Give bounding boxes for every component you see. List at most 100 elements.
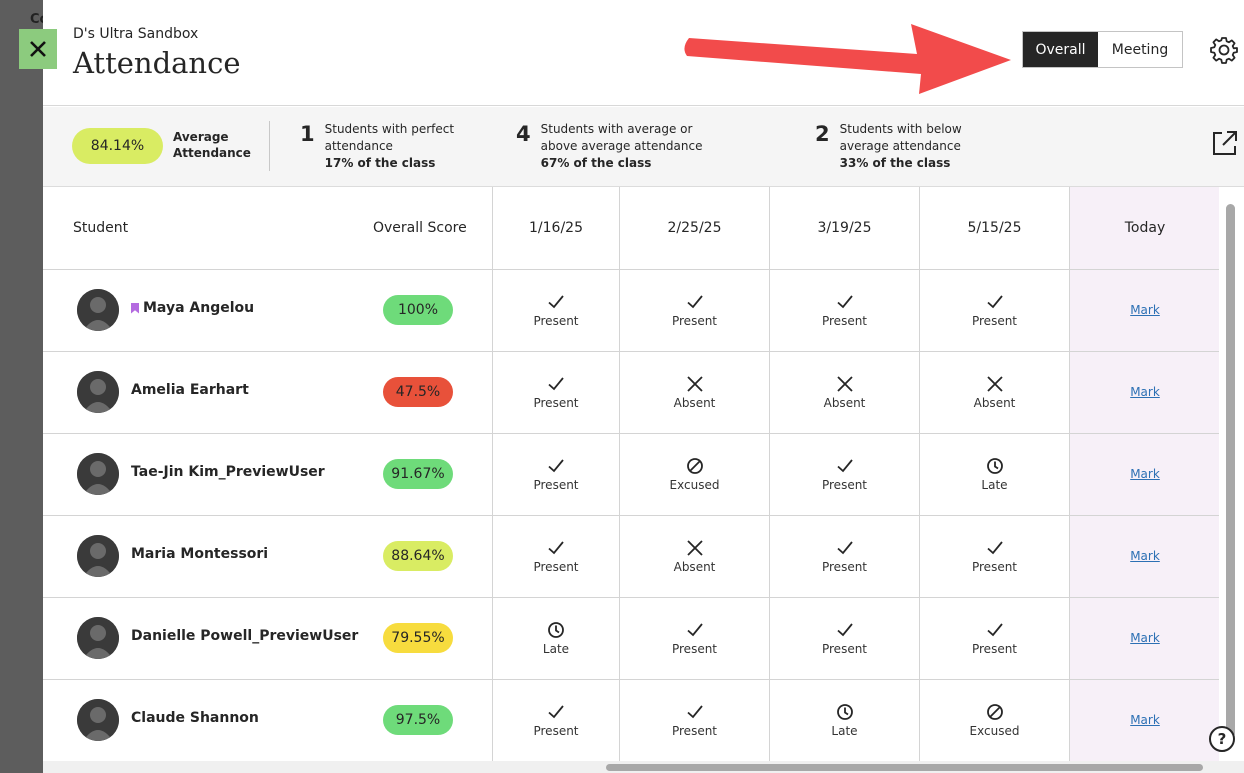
panel-header: D's Ultra Sandbox Attendance Overall Mee… <box>43 0 1244 106</box>
avatar <box>77 617 119 659</box>
stat-count: 1 <box>300 122 315 146</box>
stat-label: Students with perfect attendance <box>324 122 455 153</box>
vertical-scroll-thumb[interactable] <box>1226 204 1235 738</box>
mark-attendance-link[interactable]: Mark <box>1070 515 1220 597</box>
attendance-cell[interactable]: Present <box>493 515 619 597</box>
horizontal-scrollbar[interactable] <box>43 761 1244 773</box>
late-icon <box>985 456 1005 476</box>
attendance-cell[interactable]: Present <box>920 269 1069 351</box>
student-name[interactable]: Claude Shannon <box>131 710 259 726</box>
export-icon[interactable] <box>1211 129 1239 157</box>
attendance-status: Late <box>542 642 570 656</box>
attendance-status: Present <box>533 478 579 492</box>
date-column-header[interactable]: 2/25/25 <box>620 187 769 268</box>
avatar <box>77 371 119 413</box>
mark-attendance-link[interactable]: Mark <box>1070 351 1220 433</box>
stat-percent: 17% of the class <box>324 156 436 170</box>
student-name[interactable]: Maria Montessori <box>131 546 268 562</box>
present-icon <box>546 538 566 558</box>
settings-gear-icon[interactable] <box>1210 36 1238 64</box>
attendance-cell[interactable]: Absent <box>620 515 769 597</box>
attendance-cell[interactable]: Present <box>920 515 1069 597</box>
absent-icon <box>985 374 1005 394</box>
present-icon <box>835 456 855 476</box>
attendance-status: Absent <box>673 560 716 574</box>
vertical-scrollbar[interactable] <box>1219 187 1244 761</box>
attendance-cell[interactable]: Present <box>493 433 619 515</box>
present-icon <box>985 292 1005 312</box>
attendance-status: Late <box>831 724 858 738</box>
average-attendance-label: Average Attendance <box>173 130 251 160</box>
student-name-text: Amelia Earhart <box>131 382 249 398</box>
mark-attendance-link[interactable]: Mark <box>1070 679 1220 761</box>
attendance-status: Absent <box>673 396 716 410</box>
attendance-cell[interactable]: Excused <box>920 679 1069 761</box>
score-column-header[interactable]: Overall Score <box>373 187 467 268</box>
horizontal-scroll-thumb[interactable] <box>606 764 1203 771</box>
attendance-status: Excused <box>969 724 1020 738</box>
attendance-cell[interactable]: Present <box>620 597 769 679</box>
attendance-cell[interactable]: Present <box>770 515 919 597</box>
mark-attendance-link[interactable]: Mark <box>1070 433 1220 515</box>
student-name-text: Claude Shannon <box>131 710 259 726</box>
attendance-cell[interactable]: Present <box>620 679 769 761</box>
stat-percent: 67% of the class <box>540 156 652 170</box>
student-name-text: Maya Angelou <box>143 300 255 316</box>
attendance-cell[interactable]: Present <box>770 597 919 679</box>
attendance-cell[interactable]: Late <box>920 433 1069 515</box>
meeting-toggle-button[interactable]: Meeting <box>1098 32 1182 67</box>
overall-toggle-button[interactable]: Overall <box>1023 32 1098 67</box>
table-row: Tae-Jin Kim_PreviewUser 91.67% Present Excu… <box>43 433 1219 515</box>
view-toggle: Overall Meeting <box>1022 31 1183 68</box>
attendance-cell[interactable]: Absent <box>920 351 1069 433</box>
attendance-cell[interactable]: Late <box>493 597 619 679</box>
attendance-status: Present <box>671 314 718 328</box>
attendance-status: Present <box>821 642 868 656</box>
attendance-status: Present <box>821 560 868 574</box>
attendance-status: Present <box>971 314 1018 328</box>
student-column-header[interactable]: Student <box>73 187 128 268</box>
present-icon <box>546 456 566 476</box>
attendance-cell[interactable]: Absent <box>770 351 919 433</box>
date-column-header[interactable]: 1/16/25 <box>493 187 619 268</box>
date-column-header[interactable]: 5/15/25 <box>920 187 1069 268</box>
table-row: Maya Angelou 100% Present Present Present Pre… <box>43 269 1219 351</box>
attendance-cell[interactable]: Present <box>493 679 619 761</box>
present-icon <box>546 292 566 312</box>
avatar <box>77 453 119 495</box>
table-row: Amelia Earhart 47.5% Present Absent Absent Ab… <box>43 351 1219 433</box>
date-column-header[interactable]: 3/19/25 <box>770 187 919 268</box>
overall-score-badge: 79.55% <box>383 623 453 653</box>
attendance-cell[interactable]: Present <box>620 269 769 351</box>
attendance-cell[interactable]: Present <box>493 351 619 433</box>
attendance-cell[interactable]: Excused <box>620 433 769 515</box>
attendance-status: Present <box>971 560 1018 574</box>
attendance-cell[interactable]: Present <box>770 433 919 515</box>
present-icon <box>685 702 705 722</box>
student-name[interactable]: Amelia Earhart <box>131 382 249 398</box>
student-name-text: Maria Montessori <box>131 546 269 562</box>
help-button[interactable]: ? <box>1209 726 1235 752</box>
attendance-cell[interactable]: Present <box>493 269 619 351</box>
absent-icon <box>835 374 855 394</box>
below-average-stat: 2 Students with below average attendance… <box>815 121 1010 172</box>
stat-label: Students with average or above average a… <box>540 122 703 153</box>
avatar <box>77 289 119 331</box>
late-icon <box>546 620 566 640</box>
mark-attendance-link[interactable]: Mark <box>1070 597 1220 679</box>
overall-score-badge: 88.64% <box>383 541 453 571</box>
attendance-cell[interactable]: Present <box>920 597 1069 679</box>
attendance-cell[interactable]: Present <box>770 269 919 351</box>
student-name[interactable]: Danielle Powell_PreviewUser <box>131 628 358 644</box>
attendance-cell[interactable]: Late <box>770 679 919 761</box>
mark-attendance-link[interactable]: Mark <box>1070 269 1220 351</box>
overall-score-badge: 47.5% <box>383 377 453 407</box>
close-button[interactable] <box>19 29 57 69</box>
student-name[interactable]: Maya Angelou <box>131 300 254 316</box>
background-page: Co <box>0 0 48 773</box>
attendance-cell[interactable]: Absent <box>620 351 769 433</box>
stat-label: Students with below average attendance <box>839 122 962 153</box>
attendance-summary: 84.14% Average Attendance 1 Students wit… <box>43 107 1244 187</box>
attendance-panel: D's Ultra Sandbox Attendance Overall Mee… <box>43 0 1244 773</box>
student-name[interactable]: Tae-Jin Kim_PreviewUser <box>131 464 325 480</box>
